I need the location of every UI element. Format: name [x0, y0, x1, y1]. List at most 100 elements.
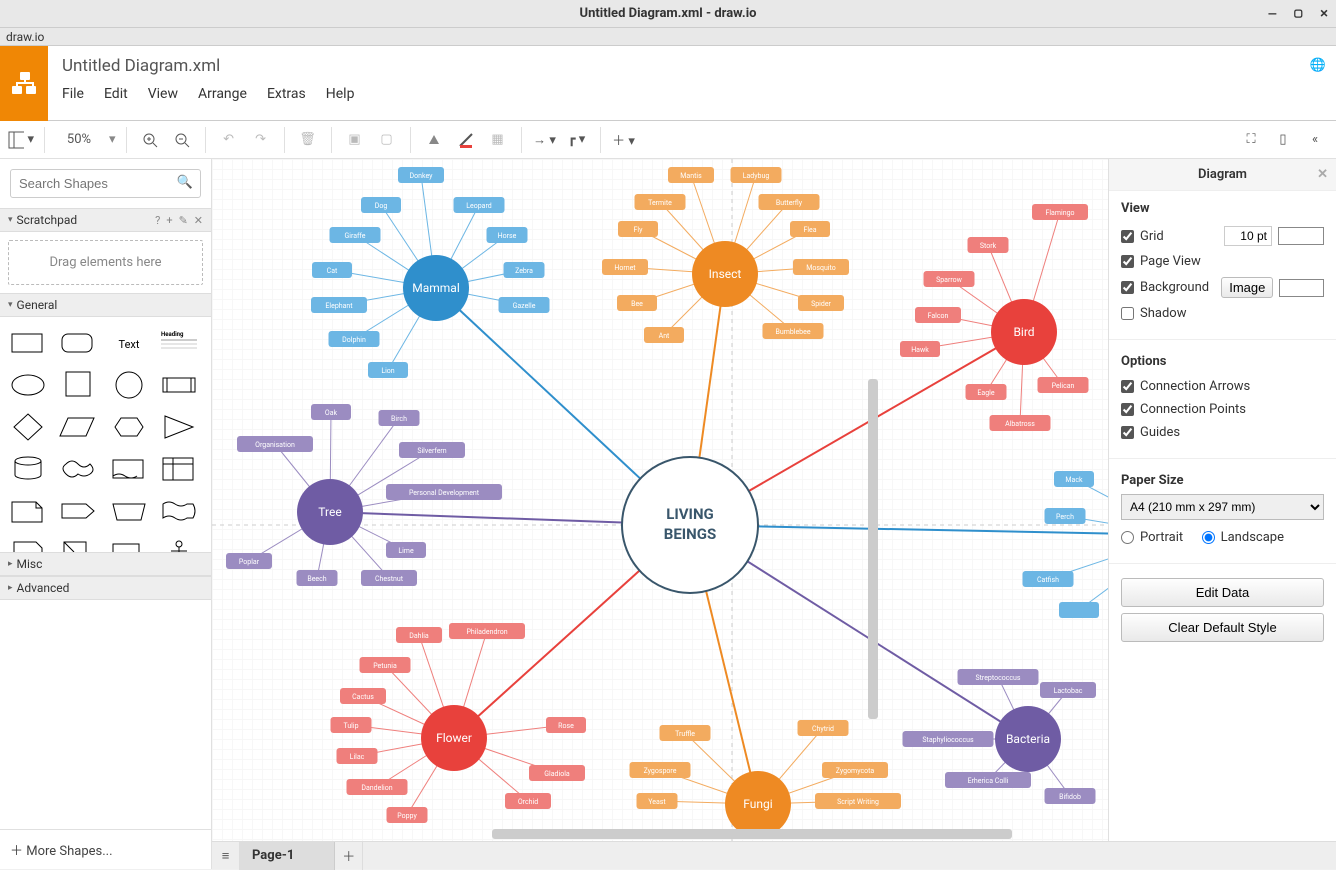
pages-menu-icon[interactable]: ≡	[212, 842, 240, 870]
menu-arrange[interactable]: Arrange	[198, 86, 247, 102]
background-color-swatch[interactable]	[1279, 279, 1324, 297]
canvas-v-scrollbar[interactable]	[868, 379, 878, 719]
svg-text:Dahlia: Dahlia	[409, 632, 429, 640]
maximize-icon[interactable]: ▢	[1294, 6, 1302, 21]
scratchpad-header[interactable]: ▾Scratchpad ?+✎✕	[0, 208, 211, 232]
add-icon[interactable]: +	[166, 214, 172, 227]
close-scratchpad-icon[interactable]: ✕	[194, 214, 203, 227]
palette-shape[interactable]	[107, 491, 151, 531]
palette-shape[interactable]	[6, 323, 50, 363]
shadow-checkbox[interactable]	[1121, 307, 1134, 320]
palette-shape[interactable]	[6, 533, 50, 552]
to-front-icon[interactable]: ▣	[342, 127, 368, 153]
pageview-checkbox[interactable]	[1121, 255, 1134, 268]
shadow-toggle-icon[interactable]: ▦	[485, 127, 511, 153]
scratchpad-dropzone[interactable]: Drag elements here	[8, 240, 203, 285]
page-tab[interactable]: Page-1	[240, 842, 335, 870]
paper-size-select[interactable]: A4 (210 mm x 297 mm)	[1121, 494, 1324, 520]
menu-help[interactable]: Help	[326, 86, 355, 102]
palette-shape[interactable]	[56, 491, 100, 531]
menu-extras[interactable]: Extras	[267, 86, 306, 102]
svg-text:Termite: Termite	[648, 199, 672, 207]
close-icon[interactable]: ✕	[1320, 6, 1328, 21]
menu-view[interactable]: View	[148, 86, 178, 102]
landscape-radio[interactable]	[1202, 531, 1215, 544]
help-icon[interactable]: ?	[155, 214, 160, 227]
palette-shape[interactable]	[6, 449, 50, 489]
redo-icon[interactable]: ↷	[248, 127, 274, 153]
search-icon[interactable]: 🔍	[177, 175, 193, 190]
palette-shape[interactable]	[56, 365, 100, 405]
palette-shape[interactable]	[56, 407, 100, 447]
search-input[interactable]	[10, 169, 201, 198]
background-checkbox[interactable]	[1121, 281, 1134, 294]
minimize-icon[interactable]: —	[1269, 6, 1277, 21]
waypoint-style-icon[interactable]: ┏ ▾	[564, 127, 590, 153]
background-image-button[interactable]: Image	[1221, 277, 1273, 298]
misc-header[interactable]: ▸Misc	[0, 552, 211, 576]
page-bar: ≡ Page-1 ＋	[212, 841, 1336, 869]
conn-arrows-checkbox[interactable]	[1121, 380, 1134, 393]
grid-size-input[interactable]	[1224, 226, 1272, 246]
zoom-out-icon[interactable]	[169, 127, 195, 153]
palette-shape[interactable]	[6, 365, 50, 405]
palette-shape[interactable]	[157, 491, 201, 531]
close-panel-icon[interactable]: ✕	[1317, 167, 1328, 182]
conn-points-checkbox[interactable]	[1121, 403, 1134, 416]
insert-icon[interactable]: ＋ ▾	[611, 127, 637, 153]
collapse-icon[interactable]: «	[1302, 127, 1328, 153]
palette-shape[interactable]: Text	[107, 323, 151, 363]
svg-text:Orchid: Orchid	[518, 798, 538, 806]
svg-text:Catfish: Catfish	[1037, 576, 1059, 584]
palette-shape[interactable]	[107, 449, 151, 489]
line-color-icon[interactable]	[453, 127, 479, 153]
fill-color-icon[interactable]	[421, 127, 447, 153]
palette-shape[interactable]	[6, 491, 50, 531]
to-back-icon[interactable]: ▢	[374, 127, 400, 153]
delete-icon[interactable]: 🗑	[295, 127, 321, 153]
document-title[interactable]: Untitled Diagram.xml	[48, 46, 1336, 78]
grid-checkbox[interactable]	[1121, 230, 1134, 243]
more-shapes-button[interactable]: ＋ More Shapes...	[0, 829, 211, 869]
palette-shape[interactable]	[107, 365, 151, 405]
palette-shape[interactable]	[56, 449, 100, 489]
view-dropdown[interactable]: ▾	[8, 127, 34, 153]
palette-shape[interactable]	[6, 407, 50, 447]
menu-file[interactable]: File	[62, 86, 84, 102]
zoom-value[interactable]: 50%	[55, 132, 103, 147]
palette-shape[interactable]	[107, 533, 151, 552]
language-icon[interactable]: 🌐	[1310, 58, 1326, 73]
palette-shape[interactable]	[157, 365, 201, 405]
edit-icon[interactable]: ✎	[179, 214, 188, 227]
palette-shape[interactable]: Heading	[157, 323, 201, 363]
canvas[interactable]: LIVINGBEINGSDonkeyDogLeopardGiraffeHorse…	[212, 159, 1108, 869]
advanced-header[interactable]: ▸Advanced	[0, 576, 211, 600]
fullscreen-icon[interactable]: ⛶	[1238, 127, 1264, 153]
format-panel-icon[interactable]: ▯	[1270, 127, 1296, 153]
guides-checkbox[interactable]	[1121, 426, 1134, 439]
edit-data-button[interactable]: Edit Data	[1121, 578, 1324, 607]
undo-icon[interactable]: ↶	[216, 127, 242, 153]
portrait-radio[interactable]	[1121, 531, 1134, 544]
svg-text:Chytrid: Chytrid	[812, 725, 834, 733]
svg-text:Petunia: Petunia	[373, 662, 397, 670]
zoom-in-icon[interactable]	[137, 127, 163, 153]
svg-text:LIVING: LIVING	[666, 505, 714, 523]
palette-shape[interactable]	[56, 533, 100, 552]
clear-style-button[interactable]: Clear Default Style	[1121, 613, 1324, 642]
view-heading: View	[1121, 201, 1324, 216]
palette-shape[interactable]	[157, 533, 201, 552]
window-title: Untitled Diagram.xml - draw.io	[580, 6, 757, 21]
palette-shape[interactable]	[157, 407, 201, 447]
svg-text:Silverfern: Silverfern	[417, 447, 446, 455]
canvas-h-scrollbar[interactable]	[492, 829, 1012, 839]
connection-style-icon[interactable]: → ▾	[532, 127, 558, 153]
general-header[interactable]: ▾General	[0, 293, 211, 317]
svg-text:Flea: Flea	[803, 226, 816, 234]
grid-color-swatch[interactable]	[1278, 227, 1324, 245]
palette-shape[interactable]	[56, 323, 100, 363]
palette-shape[interactable]	[157, 449, 201, 489]
menu-edit[interactable]: Edit	[104, 86, 128, 102]
add-page-button[interactable]: ＋	[335, 842, 363, 870]
palette-shape[interactable]	[107, 407, 151, 447]
